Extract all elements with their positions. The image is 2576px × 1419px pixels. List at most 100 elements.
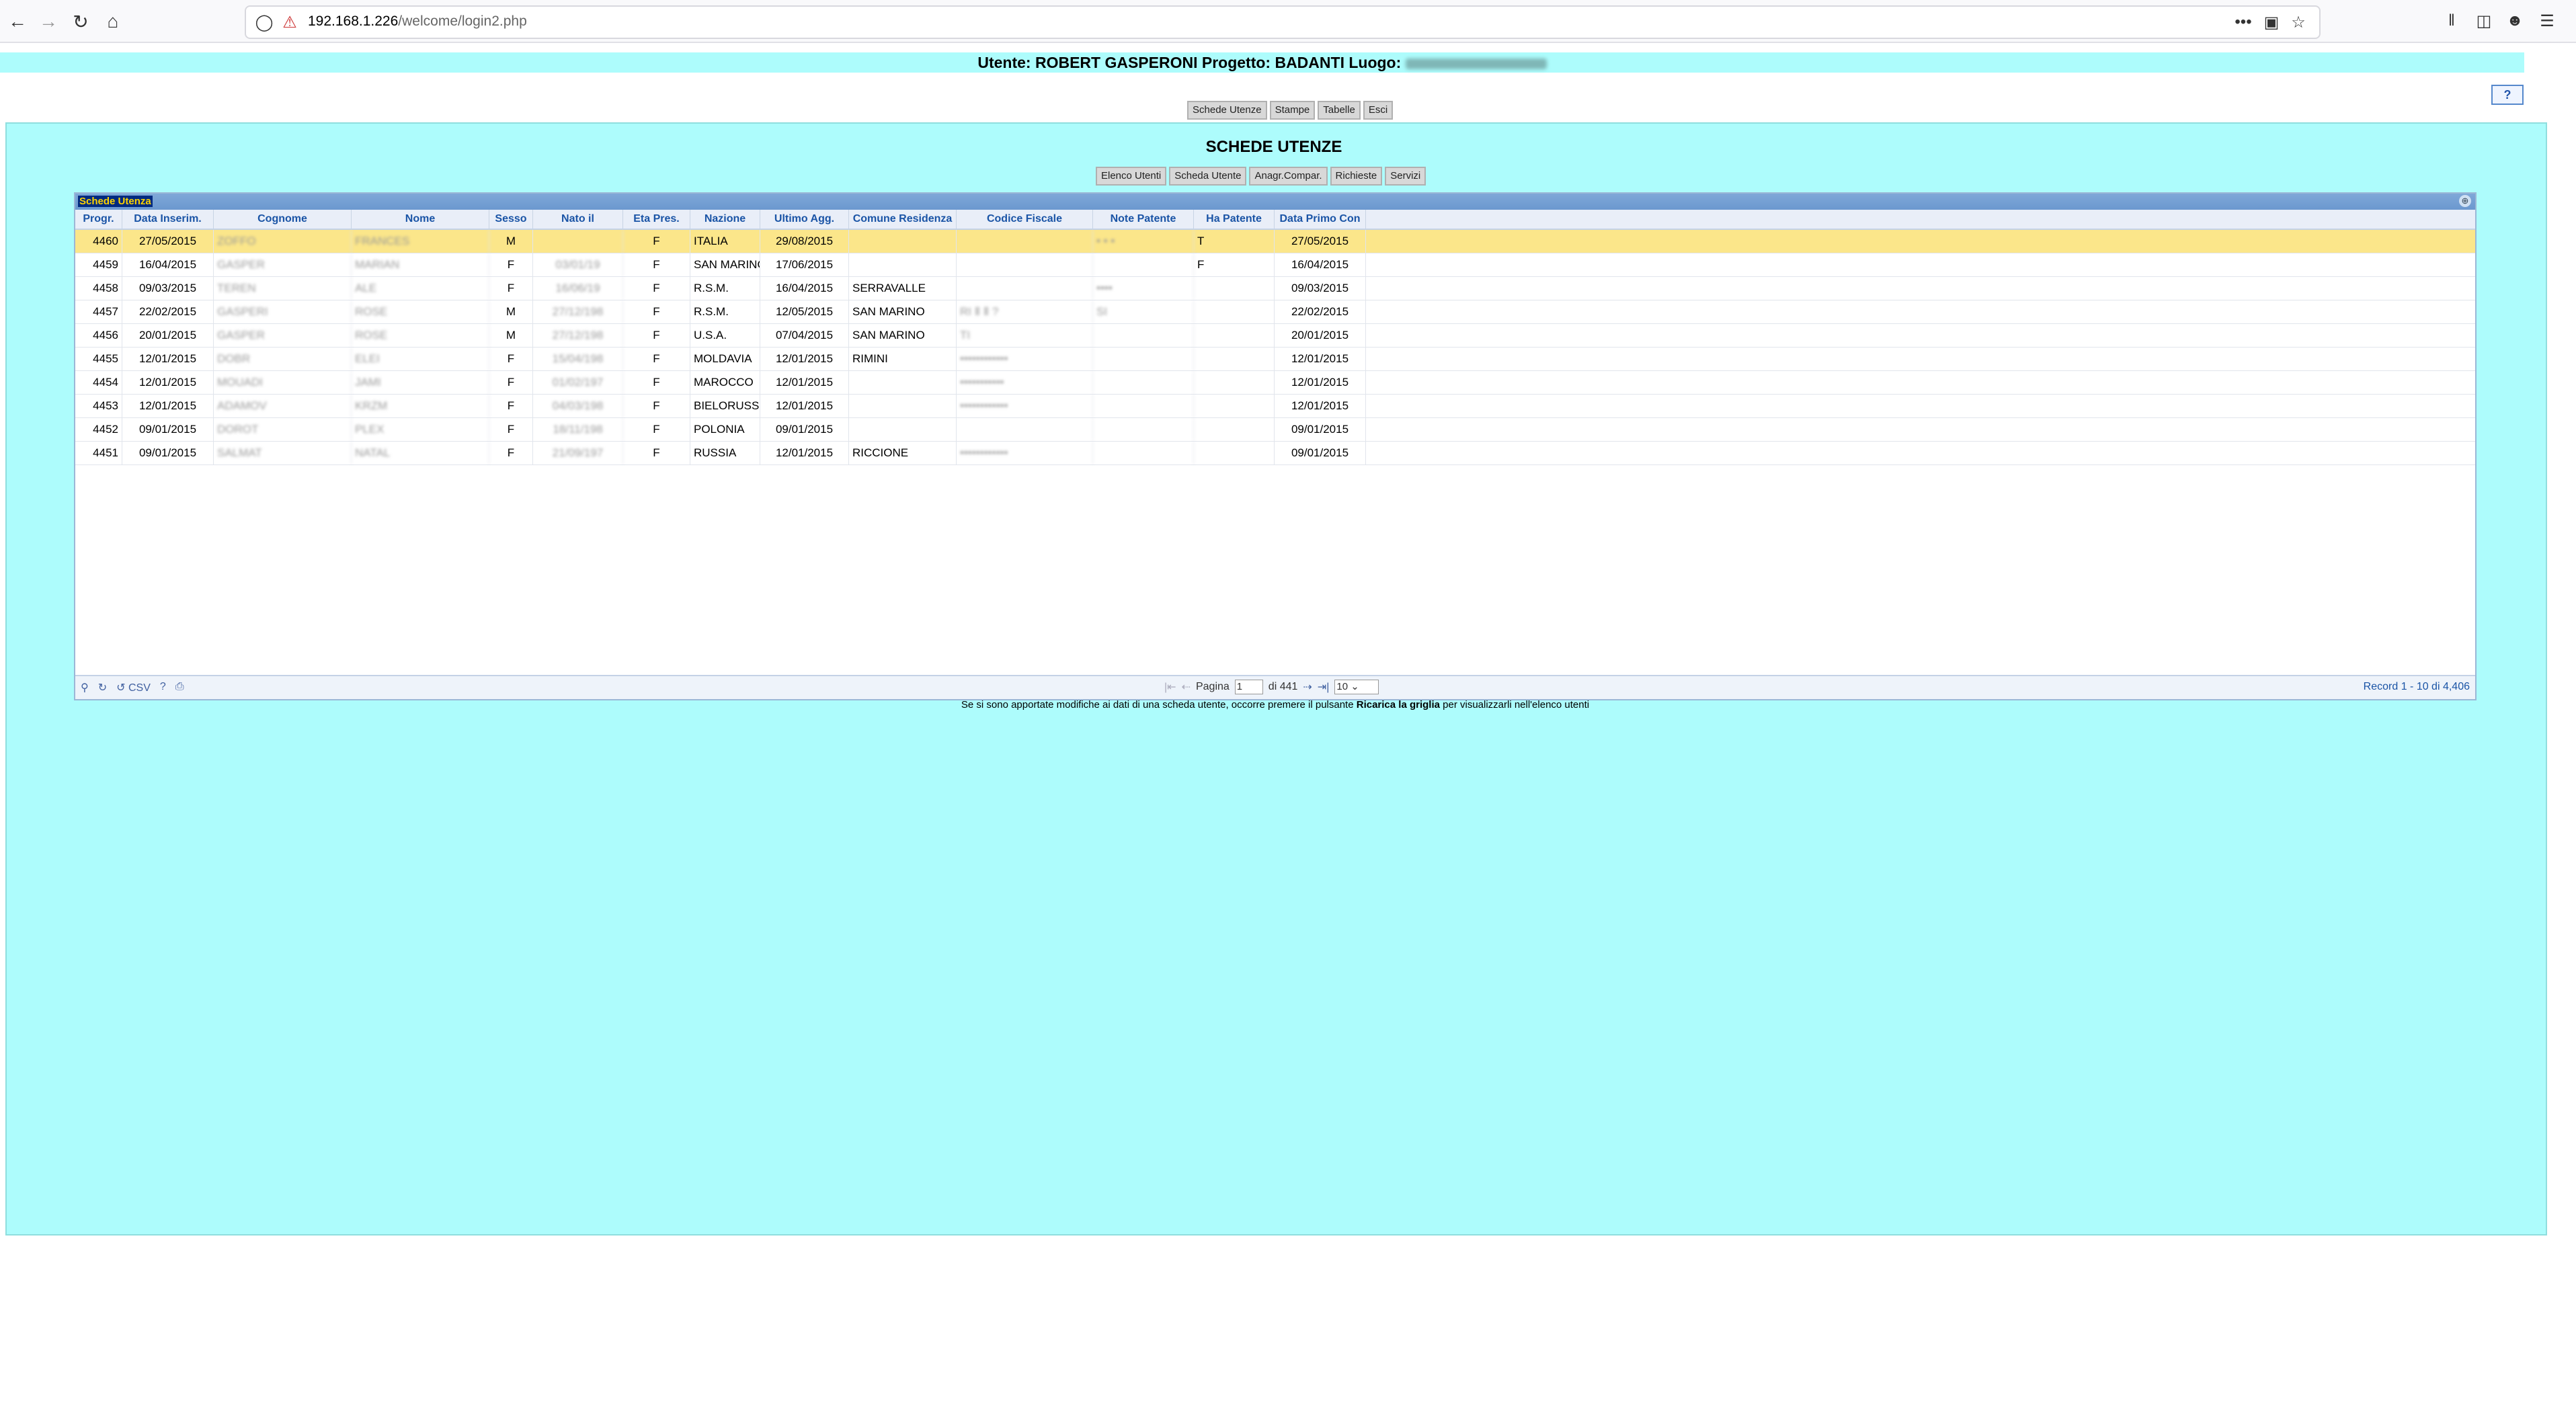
table-cell: NATAL xyxy=(352,442,489,464)
table-cell xyxy=(1093,418,1194,441)
table-cell xyxy=(1093,253,1194,276)
table-cell: F xyxy=(489,253,533,276)
table-cell xyxy=(1194,418,1275,441)
column-header[interactable]: Eta Pres. xyxy=(623,210,690,229)
reload-icon[interactable]: ↻ xyxy=(67,8,94,35)
column-header[interactable]: Comune Residenza xyxy=(849,210,957,229)
table-row[interactable]: 4457 22/02/2015 GASPERI ROSE M 27/12/198 F R.S.… xyxy=(75,300,2475,324)
table-cell: 03/01/19 xyxy=(533,253,623,276)
prev-page-icon[interactable]: ⇠ xyxy=(1182,680,1191,694)
menu-esci[interactable]: Esci xyxy=(1363,101,1394,120)
note-after: per visualizzarli nell'elenco utenti xyxy=(1439,699,1590,711)
page-count: di 441 xyxy=(1268,681,1298,692)
page-number-input[interactable]: 1 xyxy=(1234,680,1263,694)
table-cell: MARIAN xyxy=(352,253,489,276)
table-cell xyxy=(1194,442,1275,464)
forward-icon[interactable]: → xyxy=(35,8,62,35)
menu-icon[interactable]: ☰ xyxy=(2536,9,2559,32)
column-header[interactable]: Ultimo Agg. xyxy=(760,210,849,229)
table-row[interactable]: 4453 12/01/2015 ADAMOV KRZM F 04/03/198 F BIELO… xyxy=(75,395,2475,418)
tab-richieste[interactable]: Richieste xyxy=(1330,167,1383,186)
tab-servizi[interactable]: Servizi xyxy=(1385,167,1426,186)
rows-per-page-select[interactable]: 10 ⌄ xyxy=(1334,680,1379,694)
tab-elenco-utenti[interactable]: Elenco Utenti xyxy=(1096,167,1167,186)
search-icon[interactable]: ⚲ xyxy=(81,681,89,694)
pocket-icon[interactable]: ▣ xyxy=(2260,11,2283,34)
table-row[interactable]: 4455 12/01/2015 DOBR ELEI F 15/04/198 F MOLDAVI… xyxy=(75,348,2475,371)
menu-stampe[interactable]: Stampe xyxy=(1269,101,1316,120)
shield-icon[interactable]: ◯ xyxy=(253,11,276,34)
table-row[interactable]: 4458 09/03/2015 TEREN ALE F 16/06/19 F R.S.M. 16… xyxy=(75,277,2475,300)
page-actions-icon[interactable]: ••• xyxy=(2232,11,2255,34)
print-icon[interactable]: ⎙ xyxy=(175,681,184,694)
column-header[interactable]: Cognome xyxy=(214,210,352,229)
table-cell xyxy=(849,371,957,394)
account-icon[interactable]: ☻ xyxy=(2503,9,2526,32)
table-cell: POLONIA xyxy=(690,418,760,441)
grid-caption-bar: Schede Utenza ⊕ xyxy=(75,194,2475,210)
table-cell: DOROT xyxy=(214,418,352,441)
back-icon[interactable]: ← xyxy=(4,8,31,35)
table-row[interactable]: 4452 09/01/2015 DOROT PLEX F 18/11/198 F POLONI… xyxy=(75,418,2475,442)
table-row[interactable]: 4459 16/04/2015 GASPER MARIAN F 03/01/19 F SAN … xyxy=(75,253,2475,277)
last-page-icon[interactable]: ⇥| xyxy=(1318,680,1330,694)
grid-pager: ⚲ ↻ ↺ CSV ? ⎙ |⇤ ⇠ Pagina 1 di 441 ⇢ ⇥| … xyxy=(75,675,2475,699)
collapse-icon[interactable]: ⊕ xyxy=(2459,195,2471,207)
table-cell: 29/08/2015 xyxy=(760,230,849,253)
table-cell: MOLDAVIA xyxy=(690,348,760,370)
table-cell: PLEX xyxy=(352,418,489,441)
insecure-lock-icon[interactable]: ⚠ xyxy=(278,11,301,34)
column-header[interactable]: Nome xyxy=(352,210,489,229)
csv-export-button[interactable]: ↺ CSV xyxy=(116,681,151,694)
table-row[interactable]: 4454 12/01/2015 MOUADI JAMI F 01/02/197 F MAROC… xyxy=(75,371,2475,395)
table-cell xyxy=(1093,371,1194,394)
table-cell: SAN MARINO xyxy=(690,253,760,276)
menu-tabelle[interactable]: Tabelle xyxy=(1318,101,1361,120)
library-icon[interactable]: ‖ xyxy=(2440,9,2463,32)
table-cell xyxy=(849,418,957,441)
url-bar[interactable]: ◯ ⚠ 192.168.1.226/welcome/login2.php •••… xyxy=(245,5,2321,39)
table-cell: ALE xyxy=(352,277,489,300)
column-header[interactable]: Data Inserim. xyxy=(122,210,214,229)
bookmark-star-icon[interactable]: ☆ xyxy=(2287,11,2310,34)
column-header[interactable]: Nazione xyxy=(690,210,760,229)
first-page-icon[interactable]: |⇤ xyxy=(1164,680,1176,694)
table-cell xyxy=(1194,395,1275,417)
table-cell: 12/01/2015 xyxy=(760,348,849,370)
pager-help-button[interactable]: ? xyxy=(160,681,166,694)
table-cell: 15/04/198 xyxy=(533,348,623,370)
table-cell: RIMINI xyxy=(849,348,957,370)
reload-grid-icon[interactable]: ↻ xyxy=(98,681,107,694)
url-text[interactable]: 192.168.1.226/welcome/login2.php xyxy=(308,13,527,30)
table-row[interactable]: 4451 09/01/2015 SALMAT NATAL F 21/09/197 F RUSS… xyxy=(75,442,2475,465)
table-cell: F xyxy=(489,418,533,441)
sidebar-icon[interactable]: ◫ xyxy=(2472,9,2495,32)
column-header[interactable]: Data Primo Con xyxy=(1275,210,1366,229)
column-header[interactable]: Progr. xyxy=(75,210,122,229)
help-button[interactable]: ? xyxy=(2491,85,2524,105)
column-header[interactable]: Ha Patente xyxy=(1194,210,1275,229)
table-cell: 04/03/198 xyxy=(533,395,623,417)
table-cell: 09/01/2015 xyxy=(1275,442,1366,464)
table-cell: •••••••••••• xyxy=(957,442,1093,464)
column-header[interactable]: Nato il xyxy=(533,210,623,229)
url-path: /welcome/login2.php xyxy=(398,13,527,29)
tab-scheda-utente[interactable]: Scheda Utente xyxy=(1169,167,1247,186)
home-icon[interactable]: ⌂ xyxy=(99,8,126,35)
table-cell: F xyxy=(1194,253,1275,276)
table-cell xyxy=(1194,277,1275,300)
tab-anagr-compar[interactable]: Anagr.Compar. xyxy=(1249,167,1328,186)
column-header[interactable]: Note Patente xyxy=(1093,210,1194,229)
column-header[interactable]: Sesso xyxy=(489,210,533,229)
table-cell: MAROCCO xyxy=(690,371,760,394)
table-cell: 22/02/2015 xyxy=(122,300,214,323)
menu-schede-utenze[interactable]: Schede Utenze xyxy=(1187,101,1267,120)
table-cell: 17/06/2015 xyxy=(760,253,849,276)
grid-caption: Schede Utenza xyxy=(78,196,153,207)
column-header[interactable]: Codice Fiscale xyxy=(957,210,1093,229)
table-row[interactable]: 4460 27/05/2015 ZOFFO FRANCES M F ITALIA 29/08/… xyxy=(75,230,2475,253)
table-cell: 27/12/198 xyxy=(533,324,623,347)
table-row[interactable]: 4456 20/01/2015 GASPER ROSE M 27/12/198 F U.S.A… xyxy=(75,324,2475,348)
table-cell xyxy=(1194,300,1275,323)
next-page-icon[interactable]: ⇢ xyxy=(1303,680,1312,694)
